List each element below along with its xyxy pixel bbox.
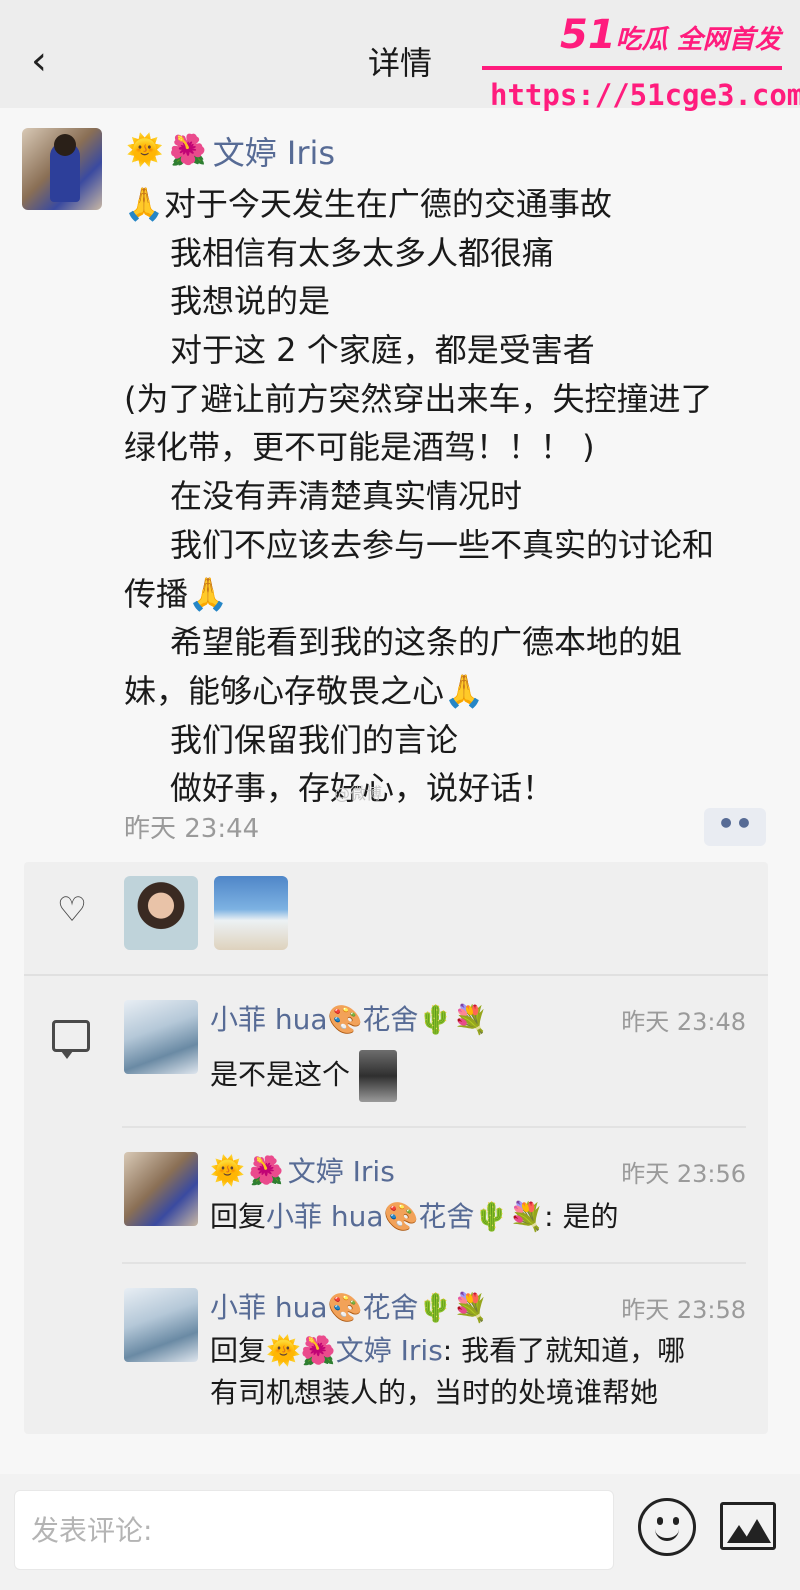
like-avatar[interactable] <box>214 876 288 950</box>
watermark-line <box>482 66 782 70</box>
author-name[interactable]: 🌞 🌺 文婷 Iris <box>126 128 335 174</box>
comment-timestamp: 昨天 23:58 <box>621 1296 746 1324</box>
avatar-head <box>54 134 76 156</box>
post-line: 我们保留我们的言论 <box>170 720 459 759</box>
reply-prefix: 回复 <box>210 1200 267 1233</box>
comment-text-line2: 有司机想装人的，当时的处境谁帮她 <box>210 1376 659 1409</box>
comment-text-content: 是不是这个 <box>210 1058 351 1091</box>
post-line: 我相信有太多太多人都很痛 <box>170 233 555 272</box>
divider <box>24 974 768 976</box>
smiley-eye-right <box>673 1517 679 1525</box>
post-line: 在没有弄清楚真实情况时 <box>170 477 523 516</box>
more-actions-button[interactable]: •• <box>704 808 766 846</box>
smiley-eye-left <box>657 1517 663 1525</box>
author-avatar[interactable] <box>22 128 102 210</box>
post-line: 我们不应该去参与一些不真实的讨论和 <box>170 525 715 564</box>
comment-timestamp: 昨天 23:56 <box>621 1160 746 1188</box>
hibiscus-emoji: 🌺 <box>169 133 207 168</box>
watermark-brand-text: 吃瓜 全网首发 <box>615 25 781 55</box>
post-line: 对于这 2 个家庭，都是受害者 <box>170 331 595 370</box>
hibiscus-emoji: 🌺 <box>248 1153 284 1187</box>
comment-text: 回复🌞🌺文婷 Iris: 我看了就知道，哪 <box>210 1330 685 1372</box>
post-timestamp: 昨天 23:44 <box>124 814 260 844</box>
weibo-watermark: @微博 <box>334 784 383 803</box>
commenter-avatar[interactable] <box>124 1288 198 1362</box>
post-line: 希望能看到我的这条的广德本地的姐 <box>170 623 683 662</box>
commenter-name-text: 文婷 Iris <box>287 1155 395 1188</box>
author-name-text: 文婷 Iris <box>212 134 336 172</box>
comment-input[interactable]: 发表评论: <box>14 1490 614 1570</box>
post-line: 我想说的是 <box>170 282 331 321</box>
heart-icon: ♡ <box>56 890 88 930</box>
smiley-icon[interactable] <box>638 1498 696 1556</box>
sun-emoji: 🌞 <box>126 133 164 168</box>
commenter-avatar[interactable] <box>124 1152 198 1226</box>
comment-text: 回复小菲 hua🎨花舍🌵💐: 是的 <box>210 1196 619 1238</box>
post-line: 传播🙏 <box>124 574 228 613</box>
comment-text-content: : 是的 <box>544 1200 619 1233</box>
commenter-name[interactable]: 小菲 hua🎨花舍🌵💐 <box>210 998 488 1038</box>
commenter-avatar[interactable] <box>124 1000 198 1074</box>
post-line: 绿化带，更不可能是酒驾！！！ ) <box>124 428 595 467</box>
post-line: 妹，能够心存敬畏之心🙏 <box>124 671 484 710</box>
smiley-mouth <box>655 1529 679 1541</box>
image-icon-mountain <box>743 1519 771 1543</box>
post-line: (为了避让前方突然穿出来车，失控撞进了 <box>124 379 713 418</box>
comment-icon <box>52 1020 90 1059</box>
comment-text-content: : 我看了就知道，哪 <box>442 1334 686 1367</box>
comment-timestamp: 昨天 23:48 <box>621 1008 746 1036</box>
reply-prefix: 回复 <box>210 1334 267 1367</box>
reply-to-name[interactable]: 🌞🌺文婷 Iris <box>266 1334 443 1367</box>
post-line: 做好事，存好心，说好话！ <box>170 769 555 808</box>
post-line: 🙏对于今天发生在广德的交通事故 <box>124 185 612 223</box>
post-body: 🙏对于今天发生在广德的交通事故 我相信有太多太多人都很痛 我想说的是 对于这 2… <box>124 180 784 813</box>
watermark-url: https://51cge3.com <box>490 78 800 112</box>
image-icon[interactable] <box>720 1502 776 1550</box>
sun-emoji: 🌞 <box>210 1153 245 1187</box>
reply-to-name[interactable]: 小菲 hua🎨花舍🌵💐 <box>266 1200 544 1233</box>
watermark-brand: 51吃瓜 全网首发 <box>560 12 790 62</box>
comment-divider <box>122 1262 746 1264</box>
like-avatar[interactable] <box>124 876 198 950</box>
comment-divider <box>122 1126 746 1128</box>
commenter-name[interactable]: 小菲 hua🎨花舍🌵💐 <box>210 1286 488 1326</box>
watermark-brand-number: 51 <box>560 12 616 58</box>
comment-image-thumbnail[interactable] <box>358 1050 397 1102</box>
commenter-name[interactable]: 🌞 🌺 文婷 Iris <box>210 1150 395 1190</box>
comment-text: 是不是这个 <box>210 1050 397 1102</box>
